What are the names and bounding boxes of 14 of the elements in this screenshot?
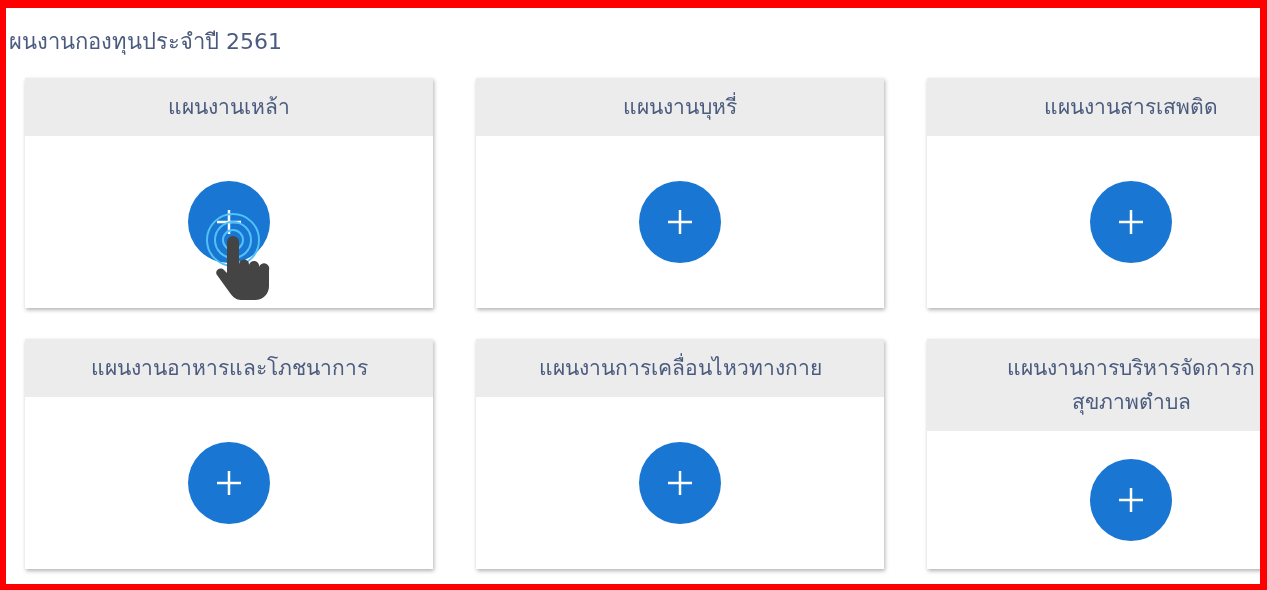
page-title: ผนงานกองทุนประจำปี 2561 <box>9 28 282 57</box>
plus-icon <box>667 470 693 496</box>
card-title: แผนงานบุหรี่ <box>623 90 737 124</box>
card-title: สุขภาพตำบล <box>1071 389 1191 417</box>
plus-icon <box>216 209 242 235</box>
plus-icon <box>216 470 242 496</box>
card-title: แผนงานสารเสพติด <box>1044 94 1218 121</box>
card-title: แผนงานการเคลื่อนไหวทางกาย <box>538 351 822 385</box>
plus-icon <box>1118 487 1144 513</box>
plus-icon <box>1118 209 1144 235</box>
card-title: แผนงานเหล้า <box>168 94 290 121</box>
card-title: แผนงานอาหารและโภชนาการ <box>90 355 368 382</box>
plus-icon <box>667 209 693 235</box>
card-title: แผนงานการบริหารจัดการก <box>1007 355 1255 382</box>
